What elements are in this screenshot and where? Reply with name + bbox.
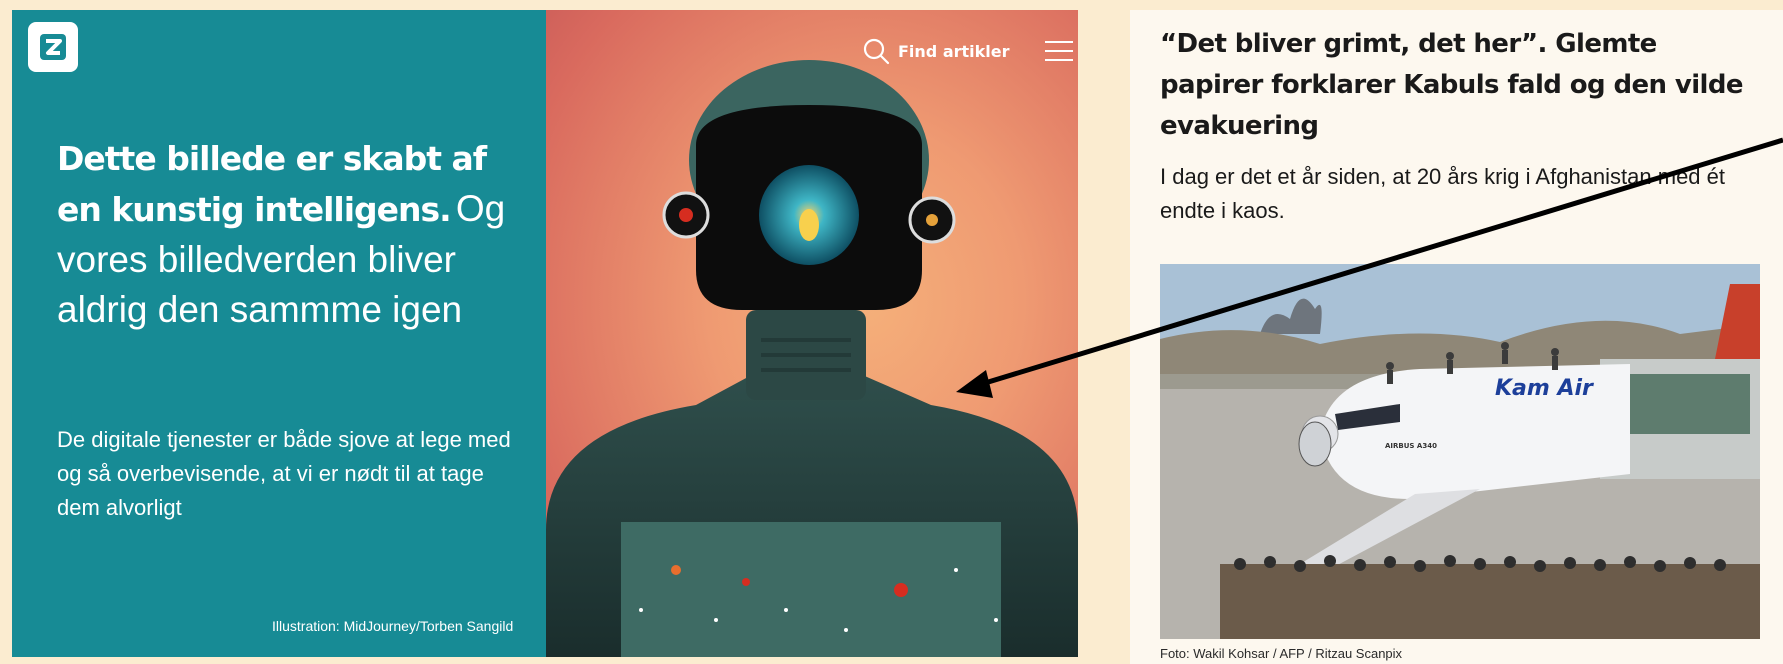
headline-bold-text: Dette billede er skabt af en kunstig int… — [57, 139, 487, 229]
ai-robot-illustration — [546, 10, 1078, 657]
featured-teaser: De digitale tjenester er både sjove at l… — [57, 427, 511, 520]
featured-article-card[interactable]: Dette billede er skabt af en kunstig int… — [12, 10, 1078, 657]
search-icon[interactable] — [862, 37, 890, 65]
article-photo[interactable]: Kam Air AIRBUS A340 — [1160, 264, 1760, 639]
logo-icon[interactable] — [28, 22, 78, 72]
top-navigation: Find artikler — [862, 36, 1074, 66]
menu-icon[interactable] — [1044, 40, 1074, 62]
photo-credit: Foto: Wakil Kohsar / AFP / Ritzau Scanpi… — [1160, 646, 1403, 661]
photo-model-text: AIRBUS A340 — [1385, 442, 1437, 450]
article-headline[interactable]: “Det bliver grimt, det her”. Glemte papi… — [1160, 24, 1760, 147]
illustration-credit: Illustration: MidJourney/Torben Sangild — [272, 618, 514, 634]
find-articles-link[interactable]: Find artikler — [898, 42, 1010, 61]
featured-headline[interactable]: Dette billede er skabt af en kunstig int… — [57, 134, 517, 335]
article-card[interactable]: “Det bliver grimt, det her”. Glemte papi… — [1130, 10, 1783, 664]
article-teaser: I dag er det et år siden, at 20 års krig… — [1160, 164, 1725, 223]
photo-airline-text: Kam Air — [1495, 376, 1593, 401]
